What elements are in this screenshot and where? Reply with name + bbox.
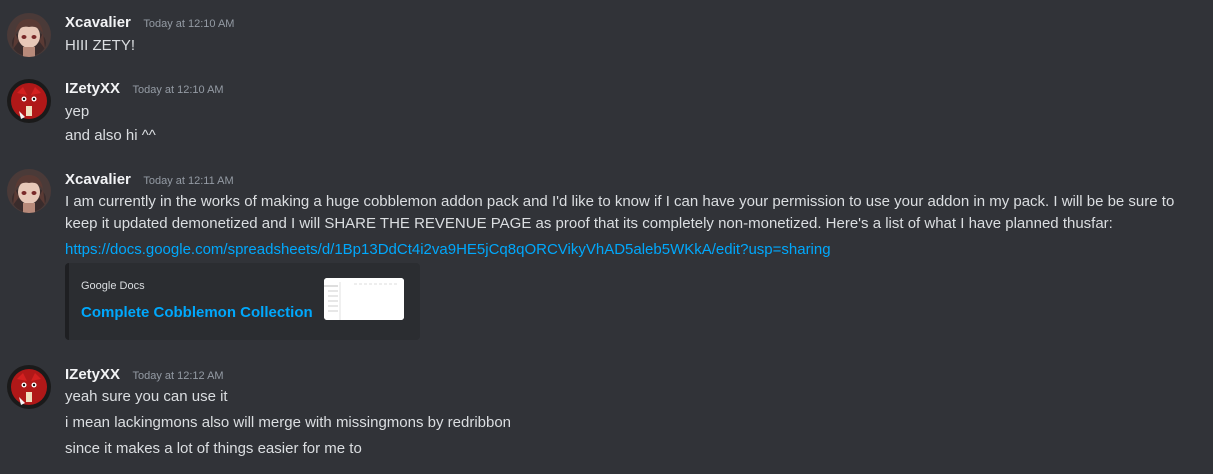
- message-text: yep: [65, 103, 90, 120]
- message-text: yeah sure you can use it: [65, 388, 228, 405]
- avatar-xcavalier[interactable]: [7, 13, 51, 57]
- embed-provider[interactable]: Google Docs: [81, 280, 145, 292]
- message-text: i mean lackingmons also will merge with …: [65, 414, 512, 431]
- timestamp[interactable]: Today at 12:11 AM: [143, 175, 233, 187]
- embed-title[interactable]: Complete Cobblemon Collection: [81, 304, 313, 321]
- username[interactable]: Xcavalier: [65, 14, 131, 31]
- message-text: I am currently in the works of making a …: [65, 193, 1175, 232]
- timestamp[interactable]: Today at 12:12 AM: [132, 370, 223, 382]
- avatar-izetyxx[interactable]: [7, 79, 51, 123]
- avatar-xcavalier[interactable]: [7, 169, 51, 213]
- avatar-izetyxx[interactable]: [7, 365, 51, 409]
- username[interactable]: IZetyXX: [65, 80, 120, 97]
- timestamp[interactable]: Today at 12:10 AM: [132, 84, 223, 96]
- spreadsheet-thumbnail-icon[interactable]: [324, 278, 404, 320]
- message-text: and also hi ^^: [65, 127, 156, 144]
- message-link[interactable]: https://docs.google.com/spreadsheets/d/1…: [65, 241, 831, 258]
- timestamp[interactable]: Today at 12:10 AM: [143, 18, 234, 30]
- username[interactable]: IZetyXX: [65, 366, 120, 383]
- message-text: HIII ZETY!: [65, 37, 136, 54]
- message-text: since it makes a lot of things easier fo…: [65, 440, 362, 457]
- chat-messages: Xcavalier Today at 12:10 AM HIII ZETY! I…: [0, 0, 1213, 474]
- link-embed: Google Docs Complete Cobblemon Collectio…: [65, 263, 420, 340]
- username[interactable]: Xcavalier: [65, 171, 131, 188]
